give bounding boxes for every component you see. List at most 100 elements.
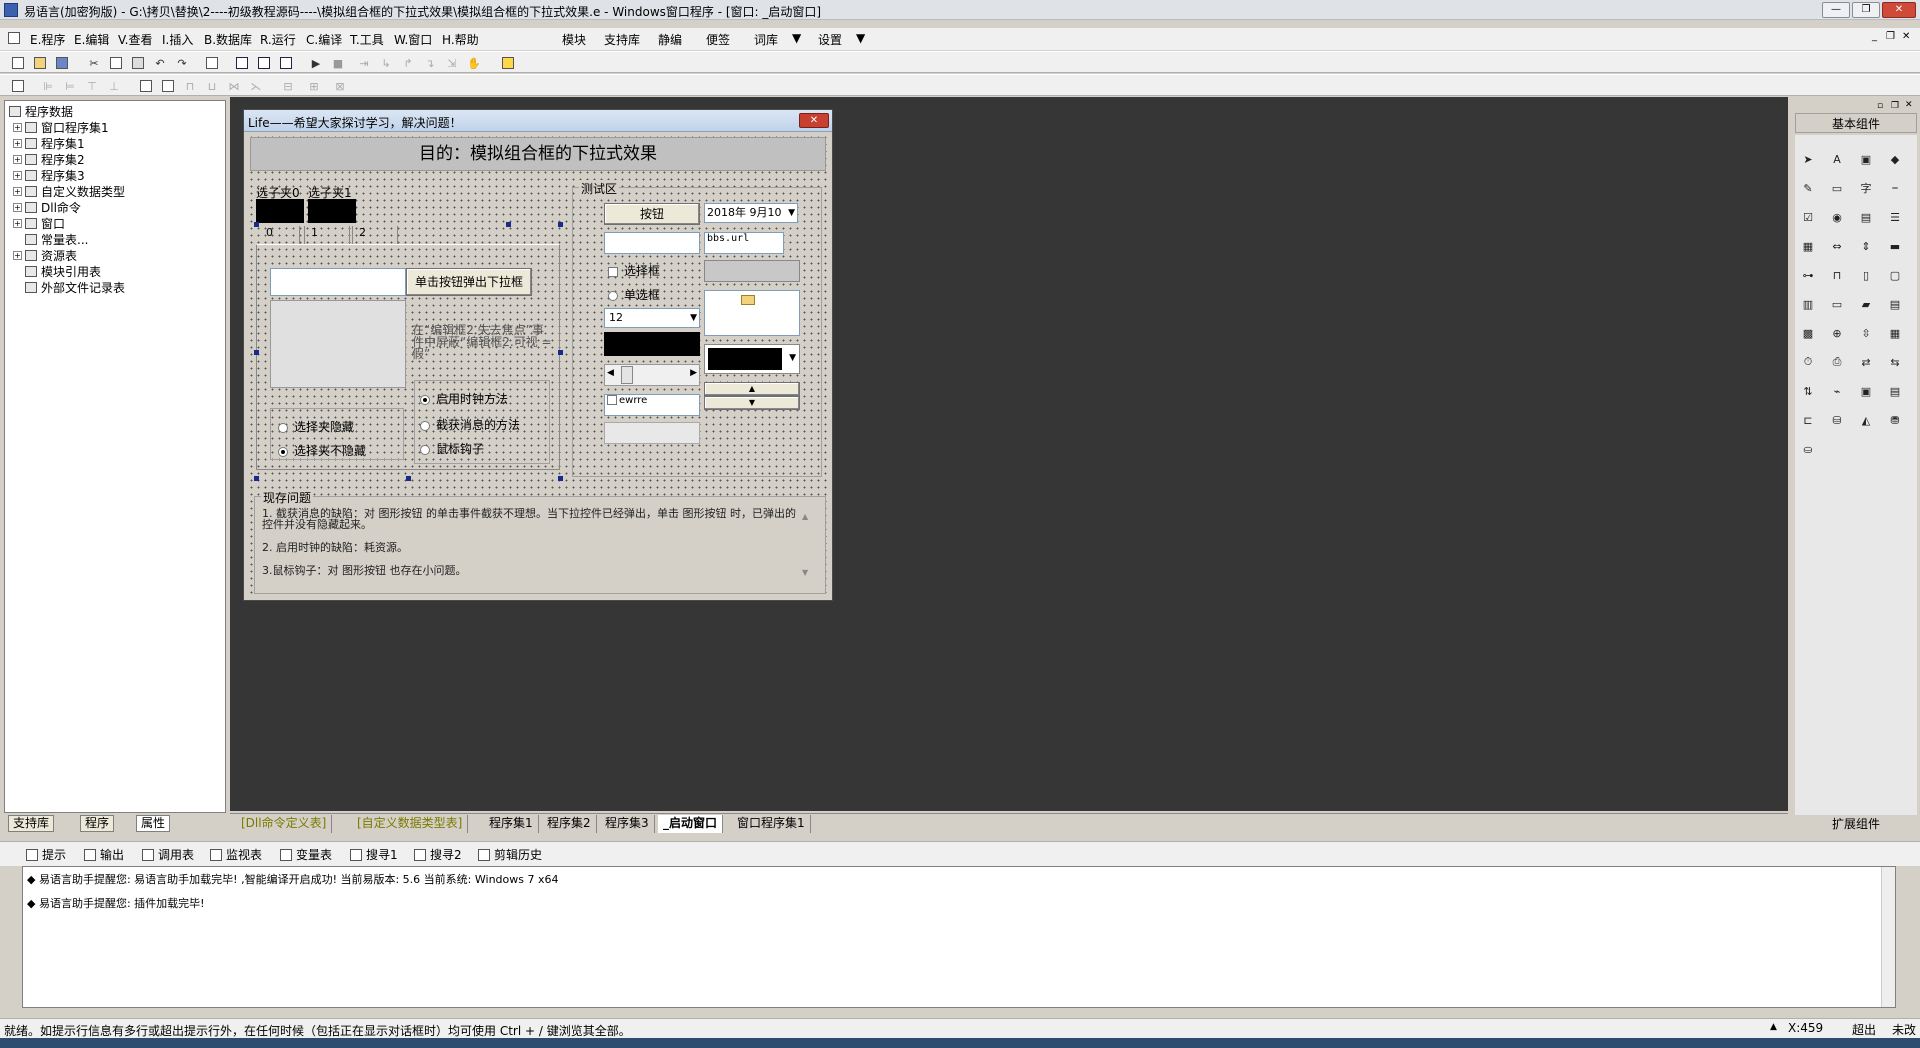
grid-icon[interactable] [10, 78, 26, 94]
tab-support-lib[interactable]: 支持库 [8, 815, 55, 832]
layout3-icon[interactable] [278, 55, 294, 71]
right-panel-pin-icon[interactable]: ▫ [1877, 101, 1883, 111]
progress-icon[interactable]: ▬ [1886, 238, 1904, 254]
align-left-icon[interactable]: ⊫ [40, 78, 56, 94]
menu-insert[interactable]: I.插入 [162, 31, 193, 48]
center-v-icon[interactable] [160, 78, 176, 94]
menu-run[interactable]: R.运行 [260, 31, 296, 48]
chart-icon[interactable]: ◭ [1857, 412, 1875, 428]
layout1-icon[interactable] [234, 55, 250, 71]
port-icon[interactable]: ⌁ [1828, 383, 1846, 399]
tree-item-resources[interactable]: + 资源表 [13, 247, 77, 264]
undo-icon[interactable]: ↶ [152, 55, 168, 71]
save-icon[interactable] [54, 55, 70, 71]
tab-program[interactable]: 程序 [80, 815, 115, 832]
mdi-minimize-icon[interactable]: _ [1872, 31, 1877, 42]
tab-header-1[interactable] [308, 199, 356, 223]
menu-compile[interactable]: C.编译 [306, 31, 342, 48]
treebox-icon[interactable]: ⊏ [1799, 412, 1817, 428]
tree-item-custom-types[interactable]: + 自定义数据类型 [13, 183, 125, 200]
minimize-button[interactable]: — [1822, 2, 1850, 18]
text-icon[interactable]: 字 [1857, 180, 1875, 196]
tree-item-dll-commands[interactable]: + Dll命令 [13, 199, 81, 216]
dropdown-panel[interactable] [270, 300, 406, 388]
selection-handle[interactable] [558, 350, 563, 355]
menu-tools[interactable]: T.工具 [350, 31, 384, 48]
tab-properties[interactable]: 属性 [136, 815, 171, 832]
hyperlink-icon[interactable]: ⊕ [1828, 325, 1846, 341]
tab-watch[interactable]: 监视表 [210, 846, 262, 863]
align-top-icon[interactable]: ⊤ [84, 78, 100, 94]
menu-database[interactable]: B.数据库 [204, 31, 252, 48]
menu-program[interactable]: E.程序 [30, 31, 65, 48]
menu-support-lib[interactable]: 支持库 [604, 31, 640, 48]
client-icon[interactable]: ⇅ [1799, 383, 1817, 399]
problems-scroll-up-icon[interactable]: ▲ [802, 512, 808, 521]
tab-call-stack[interactable]: 调用表 [142, 846, 194, 863]
tab-variables[interactable]: 变量表 [280, 846, 332, 863]
radio-message-method[interactable]: 截获消息的方法 [420, 416, 520, 433]
step-icon[interactable]: ⇥ [356, 55, 372, 71]
test-checkbox[interactable]: 选择框 [608, 262, 660, 279]
same-width-icon[interactable]: ⊓ [182, 78, 198, 94]
spin-down-button[interactable]: ▼ [704, 396, 800, 410]
tab-2[interactable]: 2 [352, 226, 398, 244]
tree-item-windows[interactable]: + 窗口 [13, 215, 65, 232]
form-close-button[interactable]: ✕ [799, 113, 829, 128]
edit-icon[interactable]: ✎ [1799, 180, 1817, 196]
group-icon[interactable]: ▢ [1886, 267, 1904, 283]
settings-dropdown-icon[interactable]: ▼ [856, 31, 865, 45]
cut-icon[interactable]: ✂ [86, 55, 102, 71]
test-checklist[interactable]: ewrre [604, 394, 700, 416]
run-icon[interactable]: ▶ [308, 55, 324, 71]
scroll-left-icon[interactable]: ◀ [607, 368, 614, 378]
scroll-thumb[interactable] [621, 366, 633, 384]
picture-icon[interactable]: ▣ [1857, 151, 1875, 167]
tree-item-assembly2[interactable]: + 程序集2 [13, 151, 85, 168]
paste-icon[interactable] [130, 55, 146, 71]
dropdown-edit[interactable] [270, 268, 406, 296]
tab-control-icon[interactable]: ⊓ [1828, 267, 1846, 283]
test-hscrollbar[interactable]: ◀ ▶ [604, 364, 700, 386]
v-center-icon[interactable]: ⊞ [306, 78, 322, 94]
center-h-icon[interactable] [138, 78, 154, 94]
checkbox-icon[interactable]: ☑ [1799, 209, 1817, 225]
form-designer-window[interactable]: Life——希望大家探讨学习，解决问题！ ✕ 目的：模拟组合框的下拉式效果 选子… [243, 109, 833, 601]
right-panel-restore-icon[interactable]: ❐ [1891, 101, 1899, 111]
v-space-icon[interactable]: ⋋ [248, 78, 264, 94]
selection-handle[interactable] [254, 476, 259, 481]
test-progress[interactable] [604, 422, 700, 444]
radio-tab-hide[interactable]: 选择夹隐藏 [278, 418, 354, 435]
tab-assembly1[interactable]: 程序集1 [484, 815, 539, 833]
test-picture-box[interactable] [604, 332, 700, 356]
drive-icon[interactable]: ▰ [1857, 296, 1875, 312]
tab-header-0[interactable] [256, 199, 304, 223]
menu-module[interactable]: 模块 [562, 31, 586, 48]
test-color-combo[interactable]: ▼ [704, 344, 800, 374]
layout2-icon[interactable] [256, 55, 272, 71]
selection-handle[interactable] [558, 222, 563, 227]
selection-handle[interactable] [558, 476, 563, 481]
menu-edit[interactable]: E.编辑 [74, 31, 109, 48]
restore-button[interactable]: ❐ [1852, 2, 1880, 18]
tab-1[interactable]: 1 [304, 226, 350, 244]
font-icon[interactable]: ▦ [1886, 325, 1904, 341]
open-icon[interactable] [32, 55, 48, 71]
database-icon[interactable]: ⛁ [1828, 412, 1846, 428]
cursor-run-icon[interactable]: ⇲ [444, 55, 460, 71]
show-dropdown-button[interactable]: 单击按钮弹出下拉框 [406, 268, 532, 296]
menu-lexicon[interactable]: 词库 [754, 31, 778, 48]
list-icon[interactable]: ☰ [1886, 209, 1904, 225]
selection-handle[interactable] [406, 476, 411, 481]
lexicon-dropdown-icon[interactable]: ▼ [792, 31, 801, 45]
printer-icon[interactable]: ⎙ [1828, 354, 1846, 370]
breakpoint-icon[interactable]: ✋ [466, 55, 482, 71]
output-vscrollbar[interactable] [1881, 867, 1895, 1007]
date-icon[interactable]: ▥ [1799, 296, 1817, 312]
copy-icon[interactable] [108, 55, 124, 71]
server-icon[interactable]: ⇆ [1886, 354, 1904, 370]
h-space-icon[interactable]: ⋈ [226, 78, 242, 94]
same-height-icon[interactable]: ⊔ [204, 78, 220, 94]
tab-search1[interactable]: 搜寻1 [350, 846, 398, 863]
align-bottom-icon[interactable]: ⊥ [106, 78, 122, 94]
